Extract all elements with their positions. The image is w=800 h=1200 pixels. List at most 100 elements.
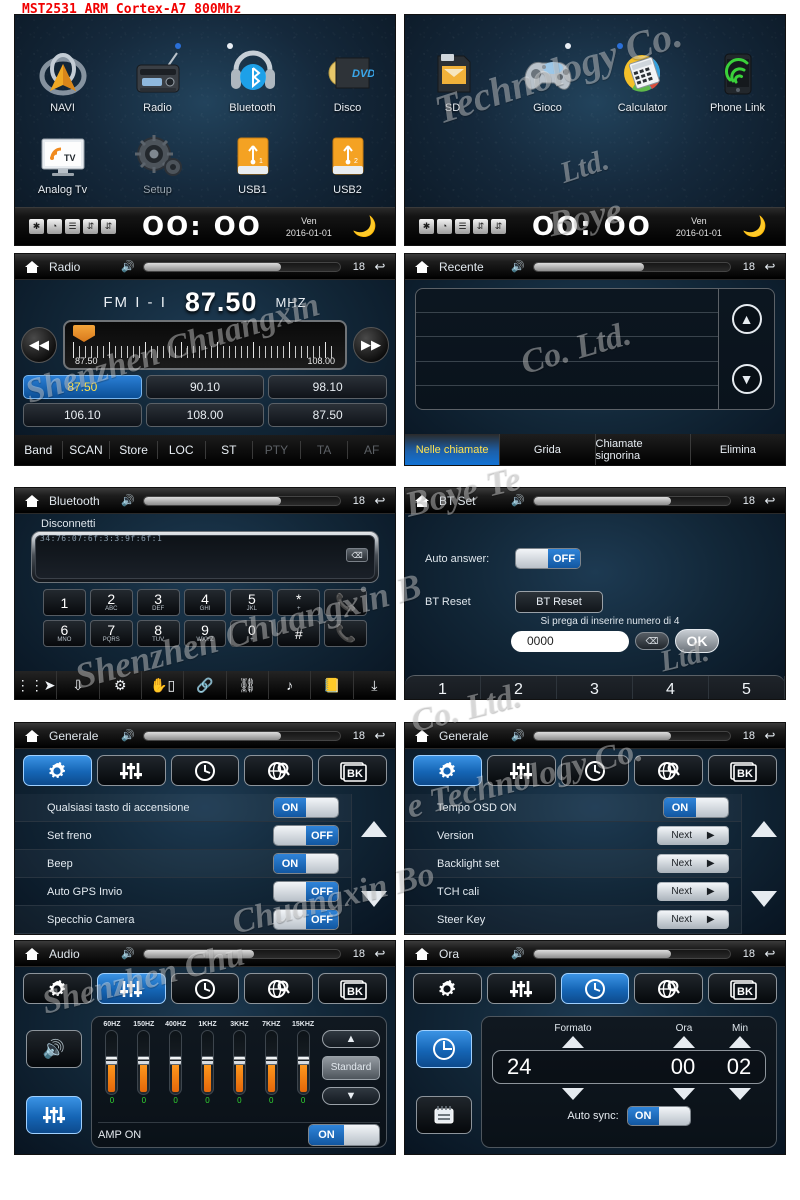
- key-3[interactable]: 3 DEF: [136, 589, 180, 616]
- auto-answer-toggle[interactable]: OFF: [515, 548, 581, 569]
- preset-button[interactable]: 87.50: [23, 375, 142, 399]
- tab-language[interactable]: [244, 973, 314, 1004]
- preset-button[interactable]: 90.10: [145, 375, 265, 399]
- backspace-icon[interactable]: ⌫: [635, 632, 669, 650]
- call-list[interactable]: ▲ ▼: [415, 288, 775, 410]
- key-0[interactable]: 0 +: [230, 620, 274, 647]
- tab-general[interactable]: [23, 973, 92, 1004]
- tab-time[interactable]: [170, 973, 240, 1004]
- backspace-icon[interactable]: ⌫: [346, 548, 368, 562]
- list-status-icon[interactable]: ☰: [65, 219, 80, 234]
- power-status-icon[interactable]: ◔: [437, 219, 452, 234]
- home-icon[interactable]: [413, 727, 431, 745]
- home-icon[interactable]: [23, 258, 41, 276]
- key-1[interactable]: 1: [43, 589, 86, 616]
- eq-slider[interactable]: [201, 1030, 214, 1095]
- back-icon[interactable]: ↩: [373, 946, 387, 962]
- nav-status-icon[interactable]: ⇵: [83, 219, 98, 234]
- scroll-down-icon[interactable]: [360, 891, 387, 907]
- tab-audio[interactable]: [96, 755, 166, 786]
- tab-general[interactable]: [413, 755, 482, 786]
- tab-bk[interactable]: BK: [708, 973, 777, 1004]
- key-star[interactable]: * +: [277, 589, 321, 616]
- key-hash[interactable]: #: [277, 620, 321, 647]
- preset-down-icon[interactable]: ▼: [322, 1087, 380, 1105]
- unlink-icon[interactable]: ⛓: [227, 671, 269, 699]
- home-icon[interactable]: [23, 492, 41, 510]
- numpad-key-3[interactable]: 3: [557, 676, 633, 699]
- speaker-icon[interactable]: 🔊: [121, 260, 135, 273]
- app-calculator[interactable]: Calculator: [595, 47, 690, 125]
- eq-band[interactable]: 150HZ 0: [130, 1021, 158, 1105]
- tab-bk[interactable]: BK: [318, 755, 387, 786]
- list-status-icon[interactable]: ☰: [455, 219, 470, 234]
- up-arrow-icon[interactable]: ▲: [731, 304, 762, 334]
- eq-band[interactable]: 3KHZ 0: [225, 1021, 253, 1105]
- volume-slider[interactable]: [532, 730, 731, 741]
- setting-row-tch-cali[interactable]: TCH cali Next ▶: [405, 878, 741, 906]
- tab-time[interactable]: [560, 755, 630, 786]
- tab-chiamate-signorina[interactable]: Chiamate signorina: [596, 434, 691, 465]
- key-5[interactable]: 5 JKL: [230, 589, 274, 616]
- setting-row-brake[interactable]: Set freno OFF: [15, 822, 351, 850]
- calendar-icon[interactable]: [416, 1096, 472, 1134]
- speaker-icon[interactable]: 🔊: [26, 1030, 82, 1068]
- volume-slider[interactable]: [142, 261, 341, 272]
- scroll-down-icon[interactable]: [750, 891, 777, 907]
- answer-call-button[interactable]: 📞: [324, 589, 367, 616]
- eq-band[interactable]: 1KHZ 0: [194, 1021, 222, 1105]
- hour-down-icon[interactable]: [673, 1088, 695, 1100]
- minute-value[interactable]: 02: [713, 1054, 765, 1080]
- eq-band[interactable]: 7KHZ 0: [257, 1021, 285, 1105]
- settings-gear-icon[interactable]: ⚙: [100, 671, 142, 699]
- radio-tab-st[interactable]: ST: [206, 441, 254, 459]
- auto-sync-toggle[interactable]: ON: [626, 1106, 691, 1126]
- home-icon[interactable]: [23, 727, 41, 745]
- tab-elimina[interactable]: Elimina: [691, 434, 785, 465]
- music-note-icon[interactable]: ♪: [269, 671, 312, 699]
- key-8[interactable]: 8 TUV: [136, 620, 180, 647]
- tab-bk[interactable]: BK: [318, 973, 387, 1004]
- bluetooth-status-icon[interactable]: ✱: [419, 219, 434, 234]
- hangup-call-button[interactable]: 📞: [324, 620, 367, 647]
- list-item[interactable]: [416, 289, 718, 314]
- back-icon[interactable]: ↩: [763, 728, 777, 744]
- minute-up-icon[interactable]: [729, 1036, 751, 1048]
- back-icon[interactable]: ↩: [373, 493, 387, 509]
- setting-row-any-key[interactable]: Qualsiasi tasto di accensione ON: [15, 794, 351, 822]
- setting-toggle[interactable]: ON: [663, 797, 729, 818]
- setting-toggle[interactable]: ON: [273, 797, 339, 818]
- back-icon[interactable]: ↩: [763, 259, 777, 275]
- speaker-icon[interactable]: 🔊: [511, 494, 525, 507]
- power-status-icon[interactable]: ◔: [47, 219, 62, 234]
- setting-row-backlight[interactable]: Backlight set Next ▶: [405, 850, 741, 878]
- nav-status-icon[interactable]: ⇵: [473, 219, 488, 234]
- eq-band[interactable]: 400HZ 0: [162, 1021, 190, 1105]
- equalizer-icon[interactable]: [26, 1096, 82, 1134]
- setting-row-steer-key[interactable]: Steer Key Next ▶: [405, 906, 741, 934]
- tab-time[interactable]: [560, 973, 630, 1004]
- tab-language[interactable]: [634, 755, 704, 786]
- scroll-up-icon[interactable]: [750, 821, 777, 837]
- clock-face-icon[interactable]: [416, 1030, 472, 1068]
- tab-audio[interactable]: [486, 973, 556, 1004]
- setting-row-auto-gps[interactable]: Auto GPS Invio OFF: [15, 878, 351, 906]
- setting-toggle[interactable]: OFF: [273, 909, 339, 930]
- radio-tab-pty[interactable]: PTY: [253, 441, 301, 459]
- tab-language[interactable]: [634, 973, 704, 1004]
- eq-slider[interactable]: [137, 1030, 151, 1095]
- next-button[interactable]: Next ▶: [657, 854, 729, 873]
- tab-language[interactable]: [244, 755, 314, 786]
- back-icon[interactable]: ↩: [373, 259, 387, 275]
- phonebook-icon[interactable]: 📒: [311, 671, 354, 699]
- home-icon[interactable]: [413, 492, 431, 510]
- prev-station-button[interactable]: ◀◀: [21, 327, 57, 363]
- volume-slider[interactable]: [532, 495, 731, 506]
- amp-toggle[interactable]: ON: [308, 1123, 380, 1146]
- preset-up-icon[interactable]: ▲: [322, 1030, 380, 1048]
- phone-transfer-icon[interactable]: ✋▯: [142, 671, 185, 699]
- app-usb2[interactable]: 2 USB2: [300, 129, 395, 207]
- key-7[interactable]: 7 PQRS: [89, 620, 133, 647]
- pin-input[interactable]: 0000: [511, 630, 629, 652]
- tab-nelle-chiamate[interactable]: Nelle chiamate: [405, 434, 501, 465]
